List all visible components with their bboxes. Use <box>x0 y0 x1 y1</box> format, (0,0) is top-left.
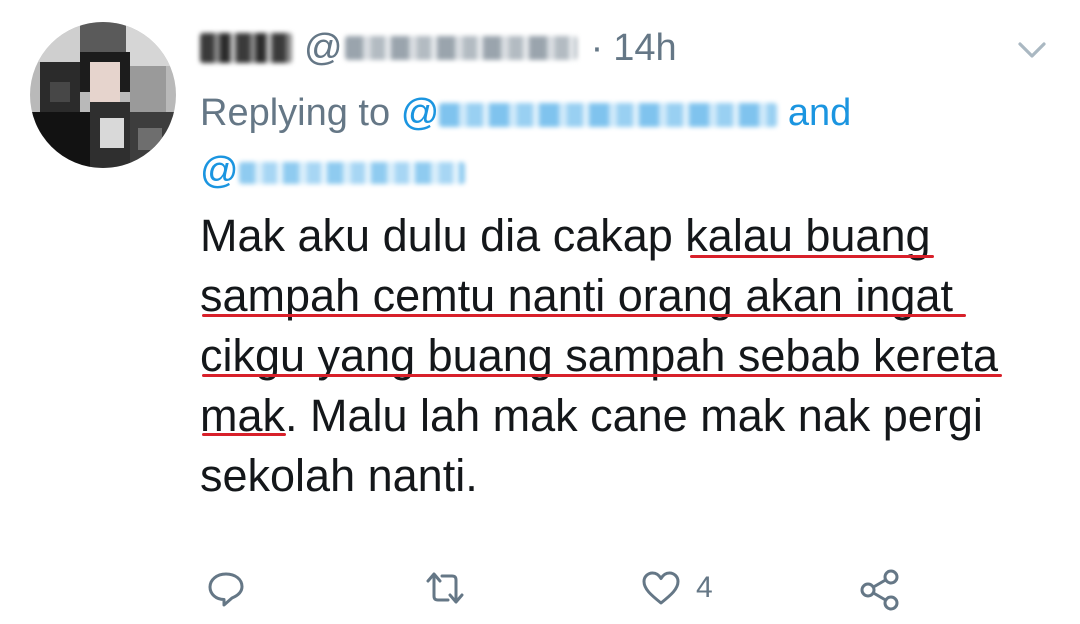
tweet-header: @ · 14h <box>200 20 677 76</box>
reply-mention-1-at: @ <box>400 92 440 134</box>
annotation-underline <box>202 374 1002 377</box>
tweet-text: Mak aku dulu dia cakap kalau buang sampa… <box>200 206 1040 506</box>
tweet-text-line: cikgu yang buang sampah sebab kereta <box>200 330 999 381</box>
reply-icon <box>208 572 244 607</box>
annotation-underline <box>202 433 286 436</box>
heart-icon <box>642 571 680 605</box>
reply-and: and <box>787 92 852 134</box>
time-separator: · <box>590 26 604 69</box>
replying-prefix: Replying to <box>200 92 391 134</box>
annotation-underline <box>690 255 934 258</box>
share-button[interactable] <box>858 568 902 612</box>
tweet-text-line: mak. Malu lah mak cane mak nak pergi <box>200 390 983 441</box>
reply-button[interactable] <box>206 568 246 608</box>
reply-mention-1[interactable]: @ <box>401 92 778 134</box>
reply-mention-1-redacted <box>439 102 778 127</box>
retweet-icon <box>426 572 464 604</box>
retweet-button[interactable] <box>422 568 468 608</box>
display-name-redacted[interactable] <box>200 33 292 63</box>
reply-mention-2-redacted <box>238 161 465 184</box>
share-icon <box>860 569 899 611</box>
tweet-actions: 4 <box>0 560 1080 620</box>
handle-at: @ <box>304 26 343 69</box>
reply-mention-2-at: @ <box>200 150 239 192</box>
username-redacted[interactable] <box>344 36 577 60</box>
avatar-image <box>30 22 176 168</box>
reply-mention-2[interactable]: @ <box>200 150 465 192</box>
replying-to: Replying to @ and @ <box>200 84 960 200</box>
annotation-underline <box>202 314 966 317</box>
avatar[interactable] <box>30 22 176 168</box>
like-count: 4 <box>696 571 713 604</box>
tweet-text-line: sampah cemtu nanti orang akan ingat <box>200 270 953 321</box>
timestamp[interactable]: 14h <box>613 27 676 70</box>
like-button[interactable]: 4 <box>640 568 713 608</box>
tweet-text-line: sekolah nanti. <box>200 450 478 501</box>
tweet: @ · 14h Replying to @ and @ Mak aku dulu… <box>0 0 1080 624</box>
chevron-down-icon[interactable] <box>1012 30 1052 70</box>
